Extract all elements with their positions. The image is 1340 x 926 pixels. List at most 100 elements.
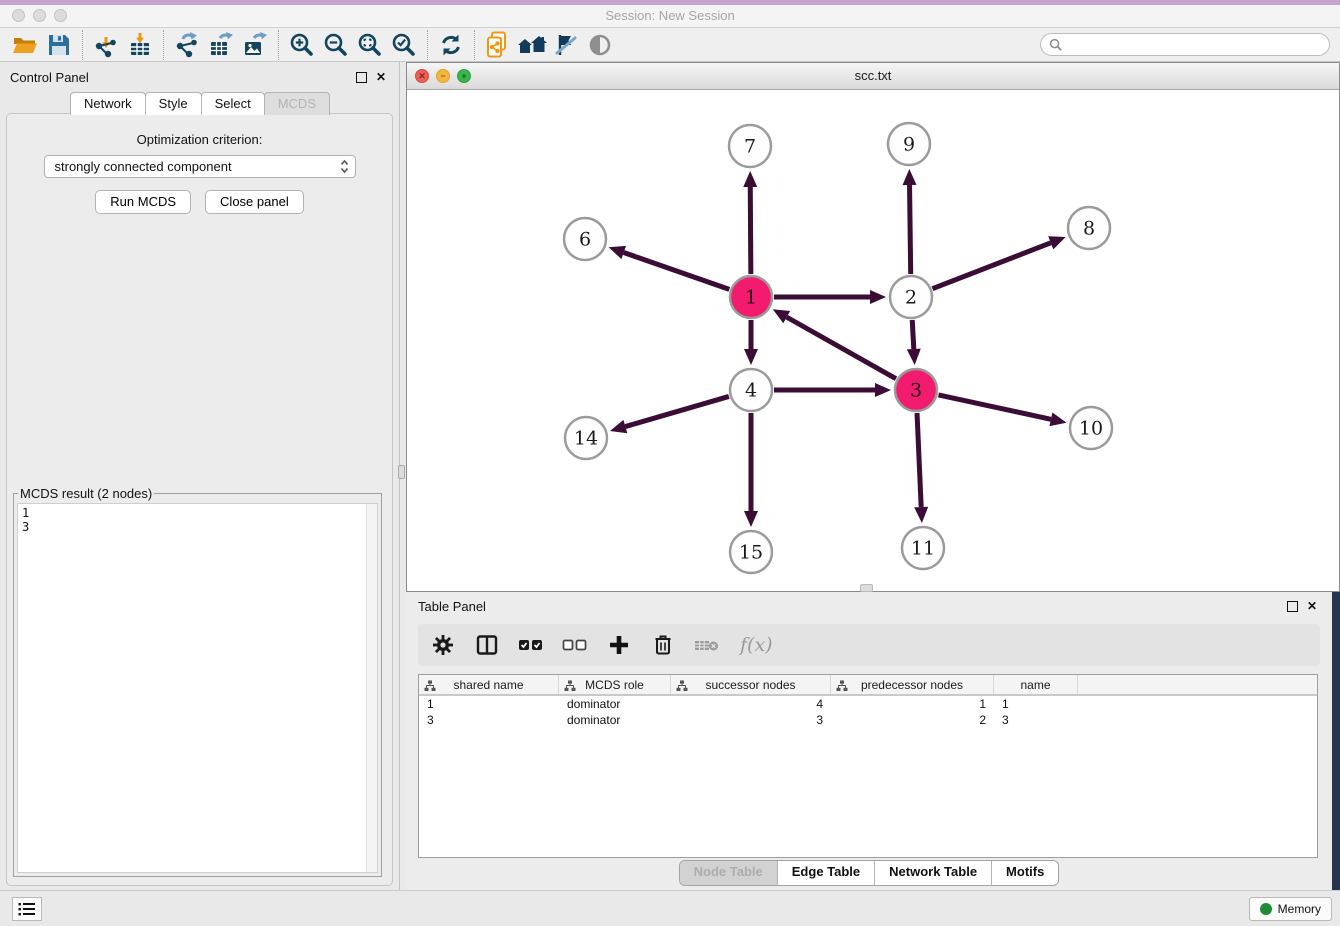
delete-icon[interactable] <box>648 630 678 660</box>
memory-status-icon <box>1260 903 1272 915</box>
cell-shared-name[interactable]: 3 <box>419 713 559 727</box>
status-bar: Memory <box>0 890 1340 926</box>
graph-edge-4-14[interactable] <box>625 396 729 426</box>
refresh-icon[interactable] <box>434 30 468 60</box>
document-share-icon[interactable] <box>481 30 515 60</box>
result-scrollbar[interactable] <box>366 504 377 872</box>
import-table-icon[interactable] <box>123 30 157 60</box>
tab-motifs[interactable]: Motifs <box>991 861 1058 885</box>
network-view-window: ✕ − + scc.txt 7968124314101511 <box>406 62 1340 592</box>
search-field[interactable] <box>1040 33 1330 56</box>
cell-MCDS-role[interactable]: dominator <box>559 713 671 727</box>
cell-successor-nodes[interactable]: 3 <box>671 713 831 727</box>
eye-icon[interactable] <box>583 30 617 60</box>
save-icon[interactable] <box>42 30 76 60</box>
graph-node-label-1: 1 <box>745 287 757 309</box>
export-network-icon[interactable] <box>170 30 204 60</box>
cell-predecessor-nodes[interactable]: 2 <box>831 713 994 727</box>
folder-open-icon[interactable] <box>8 30 42 60</box>
tab-network[interactable]: Network <box>70 92 146 115</box>
table-body[interactable]: 1dominator4113dominator323 <box>419 696 1317 728</box>
table-float-icon[interactable] <box>1287 601 1298 612</box>
import-network-icon[interactable] <box>89 30 123 60</box>
graph-edge-2-3[interactable] <box>912 320 914 349</box>
node-table[interactable]: shared nameMCDS rolesuccessor nodesprede… <box>418 674 1318 858</box>
graph-edge-2-8[interactable] <box>932 243 1050 289</box>
graph-node-label-7: 7 <box>744 136 756 158</box>
export-image-icon[interactable] <box>238 30 272 60</box>
split-columns-icon[interactable] <box>472 630 502 660</box>
graph-edge-1-7[interactable] <box>750 187 751 274</box>
cell-shared-name[interactable]: 1 <box>419 697 559 711</box>
cell-MCDS-role[interactable]: dominator <box>559 697 671 711</box>
flag-slash-icon[interactable] <box>549 30 583 60</box>
network-canvas[interactable]: 7968124314101511 <box>407 90 1339 591</box>
horizontal-splitter-handle[interactable] <box>860 584 873 592</box>
delete-column-icon[interactable] <box>692 630 722 660</box>
add-icon[interactable] <box>604 630 634 660</box>
float-panel-icon[interactable] <box>356 72 367 83</box>
column-header-name[interactable]: name <box>994 675 1078 694</box>
tab-select[interactable]: Select <box>201 92 265 115</box>
function-builder-icon[interactable]: f(x) <box>736 630 777 660</box>
memory-button[interactable]: Memory <box>1249 897 1332 921</box>
zoom-selected-icon[interactable] <box>387 30 421 60</box>
cell-name[interactable]: 1 <box>994 697 1078 711</box>
close-panel-icon[interactable]: ✕ <box>373 69 389 85</box>
graph-node-label-4: 4 <box>745 380 757 402</box>
table-header-row[interactable]: shared nameMCDS rolesuccessor nodesprede… <box>419 675 1317 696</box>
mcds-result-text[interactable]: 13 <box>17 503 378 873</box>
tab-node-table[interactable]: Node Table <box>680 861 777 885</box>
deselect-all-icon[interactable] <box>560 630 590 660</box>
run-mcds-button[interactable]: Run MCDS <box>95 190 191 214</box>
graph-edge-1-6[interactable] <box>624 253 730 290</box>
select-stepper-icon <box>340 159 349 174</box>
control-panel-title: Control Panel <box>10 70 350 85</box>
tab-network-table[interactable]: Network Table <box>874 861 991 885</box>
window-title: Session: New Session <box>0 8 1340 23</box>
table-row[interactable]: 1dominator411 <box>419 696 1317 712</box>
graph-edge-2-9[interactable] <box>910 185 911 274</box>
optimization-criterion-select[interactable]: strongly connected component <box>44 155 356 178</box>
tab-mcds[interactable]: MCDS <box>264 92 330 115</box>
graph-arrowhead <box>907 349 921 365</box>
graph-edge-3-11[interactable] <box>917 413 921 507</box>
mcds-result-title: MCDS result (2 nodes) <box>18 486 154 501</box>
tab-style[interactable]: Style <box>145 92 202 115</box>
column-header-shared-name[interactable]: shared name <box>419 675 559 694</box>
task-history-button[interactable] <box>12 897 42 921</box>
graph-node-label-9: 9 <box>903 134 915 156</box>
column-header-MCDS-role[interactable]: MCDS role <box>559 675 671 694</box>
tab-edge-table[interactable]: Edge Table <box>777 861 874 885</box>
houses-icon[interactable] <box>515 30 549 60</box>
network-window-titlebar[interactable]: ✕ − + scc.txt <box>407 63 1339 90</box>
zoom-fit-icon[interactable] <box>353 30 387 60</box>
gear-icon[interactable] <box>428 630 458 660</box>
graph-node-label-3: 3 <box>910 380 922 402</box>
graph-edge-3-1[interactable] <box>787 317 896 379</box>
cell-name[interactable]: 3 <box>994 713 1078 727</box>
graph-arrowhead <box>609 246 626 259</box>
list-icon <box>18 901 36 917</box>
column-header-predecessor-nodes[interactable]: predecessor nodes <box>831 675 994 694</box>
cell-successor-nodes[interactable]: 4 <box>671 697 831 711</box>
table-row[interactable]: 3dominator323 <box>419 712 1317 728</box>
graph-edge-3-10[interactable] <box>938 395 1050 419</box>
close-panel-button[interactable]: Close panel <box>205 190 304 214</box>
table-close-icon[interactable]: ✕ <box>1304 598 1320 614</box>
graph-arrowhead <box>903 169 917 185</box>
vertical-splitter-handle[interactable] <box>398 465 405 479</box>
zoom-in-icon[interactable] <box>285 30 319 60</box>
export-table-icon[interactable] <box>204 30 238 60</box>
table-toolbar: f(x) <box>418 624 1320 666</box>
zoom-out-icon[interactable] <box>319 30 353 60</box>
select-all-icon[interactable] <box>516 630 546 660</box>
column-header-successor-nodes[interactable]: successor nodes <box>671 675 831 694</box>
graph-arrowhead <box>914 507 928 523</box>
desktop-background-edge <box>1332 592 1340 890</box>
cell-predecessor-nodes[interactable]: 1 <box>831 697 994 711</box>
graph-node-label-8: 8 <box>1083 218 1095 240</box>
graph-arrowhead <box>870 290 886 304</box>
network-graph[interactable]: 7968124314101511 <box>407 90 1339 591</box>
search-input[interactable] <box>1063 35 1329 54</box>
